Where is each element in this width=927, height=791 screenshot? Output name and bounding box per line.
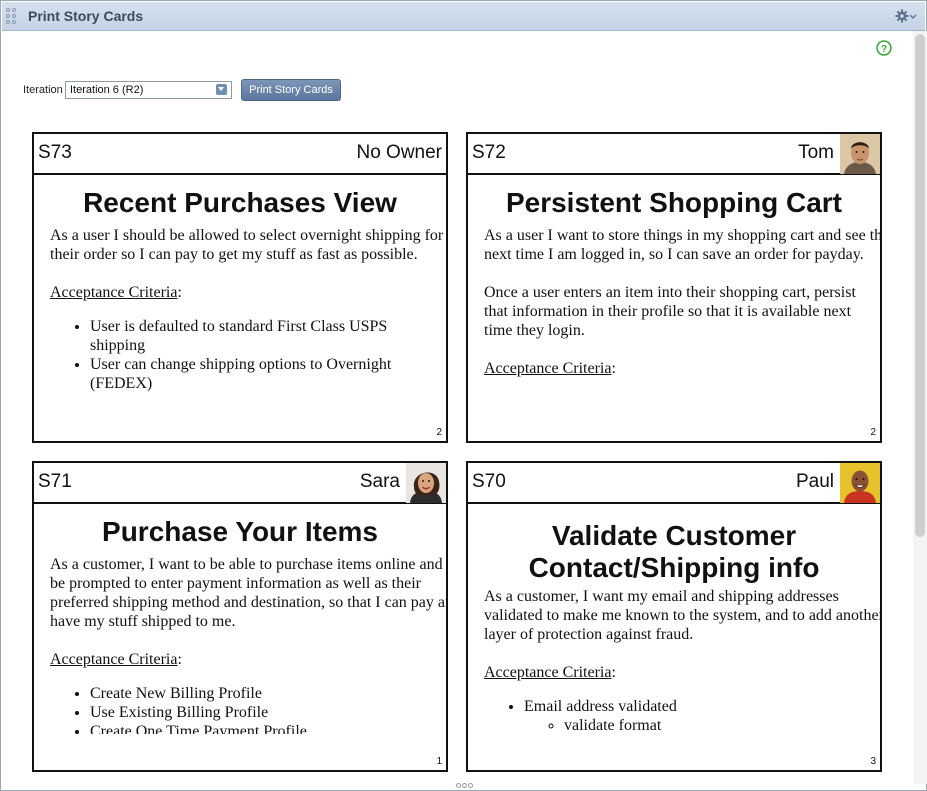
story-title: Validate Customer Contact/Shipping info — [528, 520, 820, 583]
acceptance-criteria-label: Acceptance Criteria — [50, 284, 178, 301]
card-header: S70 Paul — [468, 463, 880, 504]
story-estimate: 3 — [870, 756, 876, 767]
story-card: S73 No Owner Recent Purchases View As a … — [32, 132, 448, 443]
story-paragraph: As a user I should be allowed to select … — [50, 227, 444, 263]
acceptance-criteria-list: User is defaulted to standard First Clas… — [74, 317, 446, 393]
drag-handle-icon[interactable] — [6, 8, 18, 26]
criteria-item: Create One Time Payment Profile — [90, 722, 446, 734]
story-description: As a customer, I want my email and shipp… — [484, 587, 880, 734]
story-estimate: 2 — [436, 427, 442, 438]
story-title: Persistent Shopping Cart — [505, 187, 843, 218]
story-card: S72 Tom Persistent Shopping Cart As a us… — [466, 132, 882, 443]
story-paragraph: As a customer, I want to be able to purc… — [50, 556, 446, 630]
story-id: S73 — [38, 142, 72, 163]
story-owner: No Owner — [356, 142, 442, 163]
story-card: S71 Sara Purchase Your Items As a custom… — [32, 461, 448, 772]
print-story-cards-panel: Print Story Cards ? Iteration Iteration … — [0, 0, 927, 791]
story-title: Recent Purchases View — [83, 187, 397, 218]
story-paragraph: As a customer, I want my email and shipp… — [484, 588, 880, 643]
avatar — [840, 134, 880, 174]
iteration-select-value: Iteration 6 (R2) — [70, 84, 144, 96]
story-paragraph: Once a user enters an item into their sh… — [484, 284, 856, 339]
acceptance-criteria-list: Email address validated validate format — [508, 697, 880, 734]
acceptance-criteria-list: Create New Billing Profile Use Existing … — [74, 684, 446, 734]
criteria-item: User is defaulted to standard First Clas… — [90, 317, 430, 355]
story-description: As a customer, I want to be able to purc… — [50, 555, 446, 734]
criteria-item-label: Email address validated — [524, 698, 677, 715]
chevron-down-icon[interactable] — [216, 84, 227, 95]
acceptance-criteria-label: Acceptance Criteria — [484, 360, 612, 377]
story-description: As a user I should be allowed to select … — [50, 226, 446, 405]
scrollbar-thumb[interactable] — [915, 34, 925, 537]
story-paragraph: As a user I want to store things in my s… — [484, 227, 880, 263]
story-estimate: 2 — [870, 427, 876, 438]
acceptance-criteria-label: Acceptance Criteria — [484, 664, 612, 681]
card-header: S73 No Owner — [34, 134, 446, 175]
criteria-item: Use Existing Billing Profile — [90, 703, 446, 722]
story-owner: Paul — [795, 471, 834, 492]
story-card: S70 Paul Validate Customer Contact/Shipp… — [466, 461, 882, 772]
card-header: S72 Tom — [468, 134, 880, 175]
story-id: S71 — [38, 471, 72, 492]
card-header: S71 Sara — [34, 463, 446, 504]
criteria-item: User can change shipping options to Over… — [90, 355, 430, 393]
gear-icon[interactable] — [895, 8, 917, 24]
panel-title: Print Story Cards — [28, 8, 144, 24]
story-owner: Sara — [359, 471, 400, 492]
story-owner: Tom — [798, 142, 834, 163]
sub-criteria-list: validate format — [524, 716, 880, 734]
iteration-label: Iteration — [23, 84, 63, 96]
help-icon[interactable]: ? — [876, 40, 892, 56]
story-id: S72 — [472, 142, 506, 163]
criteria-item: Email address validated validate format — [524, 697, 880, 734]
panel-titlebar: Print Story Cards — [2, 2, 925, 31]
print-story-cards-button[interactable]: Print Story Cards — [241, 79, 341, 101]
resize-handle-icon[interactable] — [456, 783, 474, 789]
criteria-item: Create New Billing Profile — [90, 684, 446, 703]
story-title: Purchase Your Items — [102, 516, 378, 547]
avatar — [840, 463, 880, 503]
svg-text:?: ? — [881, 44, 887, 55]
iteration-select[interactable]: Iteration 6 (R2) — [65, 81, 232, 99]
story-description: As a user I want to store things in my s… — [484, 226, 880, 405]
story-estimate: 1 — [436, 756, 442, 767]
sub-criteria-item: validate format — [564, 716, 880, 734]
acceptance-criteria-label: Acceptance Criteria — [50, 651, 178, 668]
avatar — [406, 463, 446, 503]
story-id: S70 — [472, 471, 506, 492]
